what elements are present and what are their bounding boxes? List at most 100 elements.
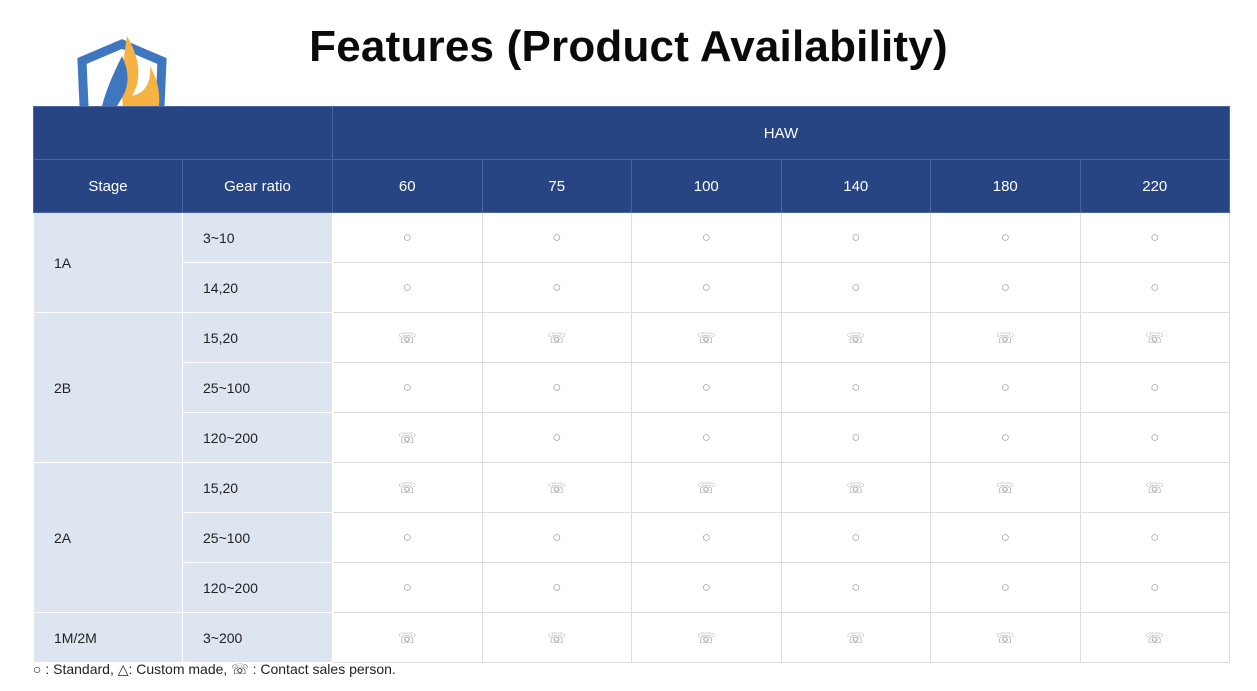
availability-cell: ☏ xyxy=(780,462,931,513)
group-header-row: HAW xyxy=(33,106,1230,160)
size-header: 60 xyxy=(332,159,483,213)
standard-circle-icon: ○ xyxy=(701,379,711,396)
standard-circle-icon: ○ xyxy=(552,529,562,546)
contact-phone-icon: ☏ xyxy=(397,479,417,497)
standard-circle-icon: ○ xyxy=(1150,429,1160,446)
table-row: 1M/2M 3~200 ☏ ☏ ☏ ☏ ☏ ☏ xyxy=(33,612,1230,663)
standard-circle-icon: ○ xyxy=(402,379,412,396)
standard-circle-icon: ○ xyxy=(552,229,562,246)
contact-phone-icon: ☏ xyxy=(846,629,866,647)
table-row: 120~200 ☏ ○ ○ ○ ○ ○ xyxy=(34,412,1230,463)
table-row: 2A 15,20 ☏ ☏ ☏ ☏ ☏ ☏ xyxy=(33,462,1230,613)
contact-phone-icon: ☏ xyxy=(1145,329,1165,347)
standard-circle-icon: ○ xyxy=(851,279,861,296)
availability-cell: ○ xyxy=(332,212,483,263)
gear-ratio-cell: 3~10 xyxy=(182,212,333,263)
stage-cell: 2A xyxy=(33,462,183,613)
standard-circle-icon: ○ xyxy=(851,379,861,396)
contact-phone-icon: ☏ xyxy=(547,479,567,497)
table-row: 1A 3~10 ○ ○ ○ ○ ○ ○ xyxy=(33,212,1230,313)
contact-phone-icon: ☏ xyxy=(1145,629,1165,647)
gear-ratio-cell: 25~100 xyxy=(182,362,333,413)
table-row: 2B 15,20 ☏ ☏ ☏ ☏ ☏ ☏ xyxy=(33,312,1230,463)
table-corner xyxy=(33,106,183,160)
standard-circle-icon: ○ xyxy=(1000,229,1010,246)
availability-cell: ○ xyxy=(930,562,1081,613)
availability-cell: ○ xyxy=(930,212,1081,263)
availability-cell: ○ xyxy=(631,562,782,613)
availability-cell: ○ xyxy=(930,412,1081,463)
availability-cell: ○ xyxy=(481,412,632,463)
contact-phone-icon: ☏ xyxy=(397,629,417,647)
availability-cell: ☏ xyxy=(481,612,632,663)
availability-cell: ○ xyxy=(332,512,483,563)
size-header: 180 xyxy=(930,159,1081,213)
table-row: 25~100 ○ ○ ○ ○ ○ ○ xyxy=(34,362,1230,413)
availability-cell: ○ xyxy=(481,262,632,313)
availability-cell: ☏ xyxy=(930,312,1081,363)
gear-ratio-cell: 120~200 xyxy=(182,562,333,613)
gear-ratio-cell: 14,20 xyxy=(182,262,333,313)
standard-circle-icon: ○ xyxy=(402,279,412,296)
gear-ratio-cell: 15,20 xyxy=(182,312,333,363)
availability-cell: ○ xyxy=(631,262,782,313)
standard-circle-icon: ○ xyxy=(402,529,412,546)
availability-cell: ☏ xyxy=(780,312,931,363)
contact-phone-icon: ☏ xyxy=(547,329,567,347)
table-corner xyxy=(182,106,333,160)
standard-circle-icon: ○ xyxy=(701,279,711,296)
gear-ratio-cell: 25~100 xyxy=(182,512,333,563)
availability-cell: ○ xyxy=(930,262,1081,313)
standard-circle-icon: ○ xyxy=(552,279,562,296)
gear-ratio-cell: 3~200 xyxy=(182,612,333,663)
availability-cell: ☏ xyxy=(930,612,1081,663)
size-header: 100 xyxy=(631,159,782,213)
standard-circle-icon: ○ xyxy=(851,429,861,446)
availability-cell: ○ xyxy=(481,512,632,563)
contact-phone-icon: ☏ xyxy=(995,629,1015,647)
availability-cell: ☏ xyxy=(1079,312,1230,363)
availability-cell: ☏ xyxy=(332,462,483,513)
standard-circle-icon: ○ xyxy=(552,379,562,396)
size-header-row: Stage Gear ratio 60 75 100 140 180 220 xyxy=(33,159,1230,213)
availability-cell: ☏ xyxy=(780,612,931,663)
availability-cell: ○ xyxy=(631,512,782,563)
standard-circle-icon: ○ xyxy=(701,529,711,546)
availability-cell: ○ xyxy=(1079,262,1230,313)
availability-cell: ○ xyxy=(1079,212,1230,263)
standard-circle-icon: ○ xyxy=(851,229,861,246)
stage-cell: 2B xyxy=(33,312,183,463)
standard-circle-icon: ○ xyxy=(1150,279,1160,296)
availability-cell: ○ xyxy=(780,262,931,313)
standard-circle-icon: ○ xyxy=(701,429,711,446)
availability-cell: ○ xyxy=(481,562,632,613)
availability-cell: ○ xyxy=(332,562,483,613)
standard-circle-icon: ○ xyxy=(701,229,711,246)
standard-circle-icon: ○ xyxy=(1150,529,1160,546)
availability-cell: ○ xyxy=(780,562,931,613)
gear-ratio-cell: 15,20 xyxy=(182,462,333,513)
availability-cell: ○ xyxy=(631,412,782,463)
standard-circle-icon: ○ xyxy=(402,229,412,246)
gear-ratio-header: Gear ratio xyxy=(182,159,333,213)
availability-cell: ☏ xyxy=(481,312,632,363)
availability-cell: ○ xyxy=(631,212,782,263)
standard-circle-icon: ○ xyxy=(402,579,412,596)
standard-circle-icon: ○ xyxy=(1000,279,1010,296)
series-header: HAW xyxy=(332,106,1230,160)
availability-cell: ☏ xyxy=(481,462,632,513)
gear-ratio-cell: 120~200 xyxy=(182,412,333,463)
availability-cell: ○ xyxy=(481,212,632,263)
standard-circle-icon: ○ xyxy=(1000,379,1010,396)
availability-cell: ○ xyxy=(780,212,931,263)
standard-circle-icon: ○ xyxy=(851,529,861,546)
stage-cell: 1M/2M xyxy=(33,612,183,663)
availability-table: HAW Stage Gear ratio 60 75 100 140 180 220 1A… xyxy=(33,106,1230,663)
contact-phone-icon: ☏ xyxy=(397,329,417,347)
contact-phone-icon: ☏ xyxy=(846,479,866,497)
standard-circle-icon: ○ xyxy=(1000,529,1010,546)
availability-cell: ○ xyxy=(631,362,782,413)
availability-cell: ○ xyxy=(930,512,1081,563)
contact-phone-icon: ☏ xyxy=(696,329,716,347)
availability-cell: ○ xyxy=(780,412,931,463)
